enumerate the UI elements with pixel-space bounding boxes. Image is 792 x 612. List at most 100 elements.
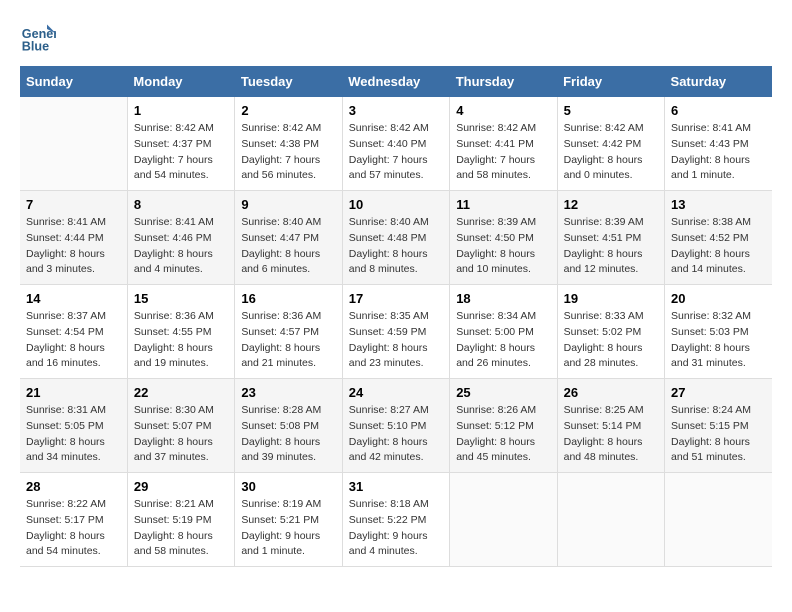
day-number: 18 [456,291,550,306]
header-day-tuesday: Tuesday [235,66,342,97]
day-number: 16 [241,291,335,306]
day-number: 7 [26,197,121,212]
svg-text:Blue: Blue [22,40,49,54]
day-info: Sunrise: 8:34 AMSunset: 5:00 PMDaylight:… [456,309,550,372]
calendar-header: SundayMondayTuesdayWednesdayThursdayFrid… [20,66,772,97]
day-number: 26 [564,385,658,400]
day-number: 1 [134,103,228,118]
calendar-cell: 15 Sunrise: 8:36 AMSunset: 4:55 PMDayligh… [127,285,234,379]
day-number: 9 [241,197,335,212]
day-number: 2 [241,103,335,118]
day-number: 28 [26,479,121,494]
day-info: Sunrise: 8:42 AMSunset: 4:40 PMDaylight:… [349,121,443,184]
calendar-cell [557,473,664,567]
day-number: 30 [241,479,335,494]
day-info: Sunrise: 8:26 AMSunset: 5:12 PMDaylight:… [456,403,550,466]
day-number: 25 [456,385,550,400]
day-number: 31 [349,479,443,494]
day-info: Sunrise: 8:40 AMSunset: 4:47 PMDaylight:… [241,215,335,278]
day-info: Sunrise: 8:33 AMSunset: 5:02 PMDaylight:… [564,309,658,372]
day-info: Sunrise: 8:42 AMSunset: 4:37 PMDaylight:… [134,121,228,184]
calendar-cell: 19 Sunrise: 8:33 AMSunset: 5:02 PMDayligh… [557,285,664,379]
calendar-cell: 22 Sunrise: 8:30 AMSunset: 5:07 PMDayligh… [127,379,234,473]
day-number: 3 [349,103,443,118]
calendar-cell: 29Sunrise: 8:21 AMSunset: 5:19 PMDayligh… [127,473,234,567]
calendar-cell: 4 Sunrise: 8:42 AMSunset: 4:41 PMDaylight… [450,97,557,191]
calendar-week-4: 21Sunrise: 8:31 AMSunset: 5:05 PMDayligh… [20,379,772,473]
day-number: 10 [349,197,443,212]
day-number: 20 [671,291,766,306]
day-info: Sunrise: 8:30 AMSunset: 5:07 PMDaylight:… [134,403,228,466]
header-day-friday: Friday [557,66,664,97]
day-number: 27 [671,385,766,400]
day-number: 6 [671,103,766,118]
calendar-week-1: 1 Sunrise: 8:42 AMSunset: 4:37 PMDaylight… [20,97,772,191]
calendar-cell: 28 Sunrise: 8:22 AMSunset: 5:17 PMDayligh… [20,473,127,567]
calendar-cell: 17 Sunrise: 8:35 AMSunset: 4:59 PMDayligh… [342,285,449,379]
calendar-cell: 9 Sunrise: 8:40 AMSunset: 4:47 PMDaylight… [235,191,342,285]
day-number: 5 [564,103,658,118]
day-info: Sunrise: 8:38 AMSunset: 4:52 PMDaylight:… [671,215,766,278]
header-day-wednesday: Wednesday [342,66,449,97]
day-number: 14 [26,291,121,306]
calendar-week-5: 28 Sunrise: 8:22 AMSunset: 5:17 PMDayligh… [20,473,772,567]
day-info: Sunrise: 8:39 AMSunset: 4:51 PMDaylight:… [564,215,658,278]
day-info: Sunrise: 8:28 AMSunset: 5:08 PMDaylight:… [241,403,335,466]
header-day-sunday: Sunday [20,66,127,97]
logo: General Blue [20,20,60,56]
logo-icon: General Blue [20,20,56,56]
day-info: Sunrise: 8:22 AMSunset: 5:17 PMDaylight:… [26,497,121,560]
calendar-cell: 24 Sunrise: 8:27 AMSunset: 5:10 PMDayligh… [342,379,449,473]
calendar-cell: 16 Sunrise: 8:36 AMSunset: 4:57 PMDayligh… [235,285,342,379]
calendar-week-2: 7Sunrise: 8:41 AMSunset: 4:44 PMDaylight… [20,191,772,285]
day-info: Sunrise: 8:25 AMSunset: 5:14 PMDaylight:… [564,403,658,466]
calendar-cell: 26 Sunrise: 8:25 AMSunset: 5:14 PMDayligh… [557,379,664,473]
day-number: 17 [349,291,443,306]
calendar-cell: 14Sunrise: 8:37 AMSunset: 4:54 PMDayligh… [20,285,127,379]
calendar-cell: 10 Sunrise: 8:40 AMSunset: 4:48 PMDayligh… [342,191,449,285]
day-info: Sunrise: 8:18 AMSunset: 5:22 PMDaylight:… [349,497,443,560]
day-info: Sunrise: 8:39 AMSunset: 4:50 PMDaylight:… [456,215,550,278]
header-day-thursday: Thursday [450,66,557,97]
calendar-cell [20,97,127,191]
day-number: 24 [349,385,443,400]
day-info: Sunrise: 8:36 AMSunset: 4:57 PMDaylight:… [241,309,335,372]
calendar-week-3: 14Sunrise: 8:37 AMSunset: 4:54 PMDayligh… [20,285,772,379]
day-number: 13 [671,197,766,212]
day-info: Sunrise: 8:36 AMSunset: 4:55 PMDaylight:… [134,309,228,372]
day-number: 29 [134,479,228,494]
day-number: 15 [134,291,228,306]
header-day-saturday: Saturday [665,66,772,97]
calendar-cell: 8Sunrise: 8:41 AMSunset: 4:46 PMDaylight… [127,191,234,285]
calendar-cell: 25 Sunrise: 8:26 AMSunset: 5:12 PMDayligh… [450,379,557,473]
calendar-table: SundayMondayTuesdayWednesdayThursdayFrid… [20,66,772,567]
day-number: 4 [456,103,550,118]
calendar-cell: 21Sunrise: 8:31 AMSunset: 5:05 PMDayligh… [20,379,127,473]
calendar-cell: 12 Sunrise: 8:39 AMSunset: 4:51 PMDayligh… [557,191,664,285]
calendar-cell: 2 Sunrise: 8:42 AMSunset: 4:38 PMDaylight… [235,97,342,191]
calendar-body: 1 Sunrise: 8:42 AMSunset: 4:37 PMDaylight… [20,97,772,567]
calendar-cell: 13 Sunrise: 8:38 AMSunset: 4:52 PMDayligh… [665,191,772,285]
day-info: Sunrise: 8:32 AMSunset: 5:03 PMDaylight:… [671,309,766,372]
day-info: Sunrise: 8:42 AMSunset: 4:42 PMDaylight:… [564,121,658,184]
page-header: General Blue [20,20,772,56]
day-info: Sunrise: 8:42 AMSunset: 4:41 PMDaylight:… [456,121,550,184]
day-info: Sunrise: 8:19 AMSunset: 5:21 PMDaylight:… [241,497,335,560]
day-info: Sunrise: 8:41 AMSunset: 4:43 PMDaylight:… [671,121,766,184]
day-info: Sunrise: 8:35 AMSunset: 4:59 PMDaylight:… [349,309,443,372]
calendar-cell [665,473,772,567]
calendar-cell: 7Sunrise: 8:41 AMSunset: 4:44 PMDaylight… [20,191,127,285]
day-number: 19 [564,291,658,306]
calendar-cell: 6 Sunrise: 8:41 AMSunset: 4:43 PMDaylight… [665,97,772,191]
calendar-cell: 20 Sunrise: 8:32 AMSunset: 5:03 PMDayligh… [665,285,772,379]
calendar-cell: 5 Sunrise: 8:42 AMSunset: 4:42 PMDaylight… [557,97,664,191]
day-number: 22 [134,385,228,400]
calendar-cell [450,473,557,567]
header-row: SundayMondayTuesdayWednesdayThursdayFrid… [20,66,772,97]
calendar-cell: 31 Sunrise: 8:18 AMSunset: 5:22 PMDayligh… [342,473,449,567]
day-info: Sunrise: 8:27 AMSunset: 5:10 PMDaylight:… [349,403,443,466]
day-info: Sunrise: 8:42 AMSunset: 4:38 PMDaylight:… [241,121,335,184]
day-info: Sunrise: 8:40 AMSunset: 4:48 PMDaylight:… [349,215,443,278]
day-number: 12 [564,197,658,212]
calendar-cell: 3 Sunrise: 8:42 AMSunset: 4:40 PMDaylight… [342,97,449,191]
